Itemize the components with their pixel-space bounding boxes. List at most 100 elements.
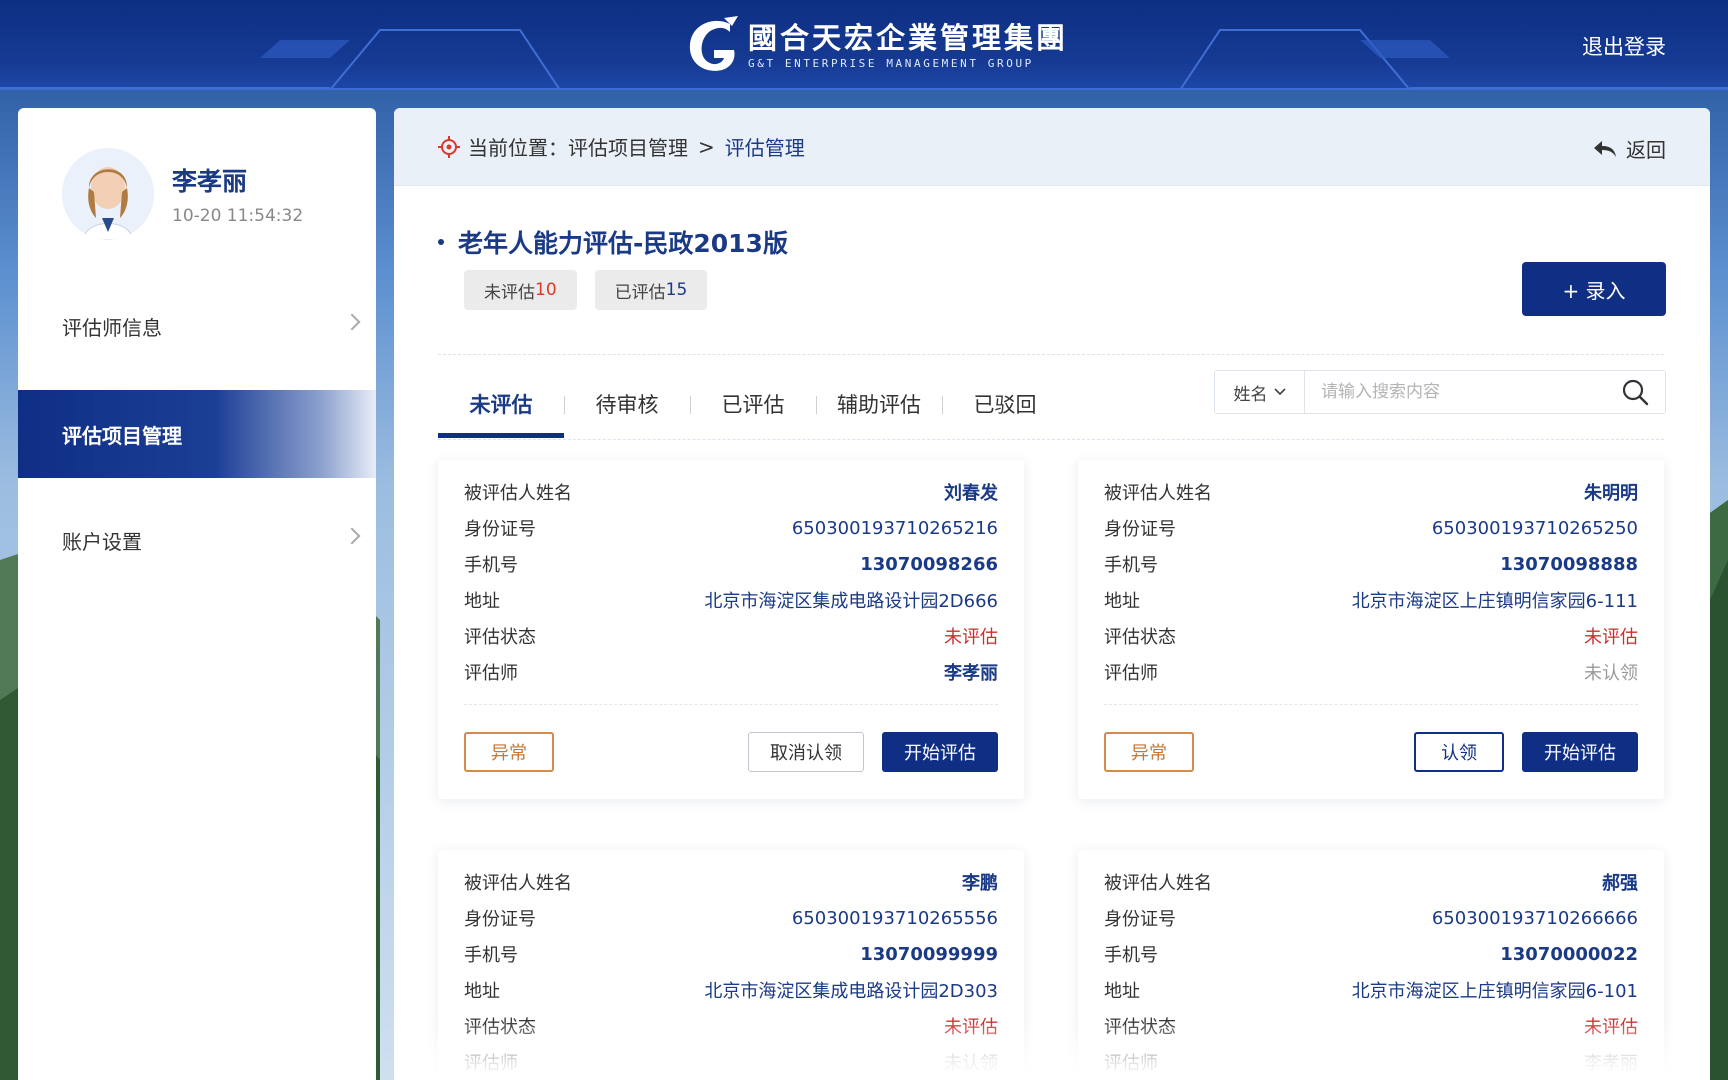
name-label: 被评估人姓名 (464, 873, 572, 894)
avatar (62, 148, 154, 240)
status-counts: 未评估 10 已评估 15 (464, 270, 708, 310)
status-badge: 未评估 (1584, 627, 1638, 648)
id-label: 身份证号 (1104, 519, 1176, 540)
company-logo: 國合天宏企業管理集團 G&T ENTERPRISE MANAGEMENT GRO… (684, 14, 1068, 76)
person-name: 李鹏 (962, 873, 998, 894)
back-arrow-icon (1594, 140, 1616, 157)
chevron-down-icon (1273, 388, 1286, 396)
assessor-label: 评估师 (1104, 1053, 1158, 1074)
assessment-card: 被评估人姓名 刘春发 身份证号 650300193710265216 手机号 1307… (438, 460, 1024, 799)
dragon-g-logo-icon (689, 16, 738, 71)
id-number: 650300193710266666 (1431, 907, 1638, 929)
project-title-row: 老年人能力评估-民政2013版 (438, 224, 788, 260)
assessment-card: 被评估人姓名 郝强 身份证号 650300193710266666 手机号 13070… (1078, 850, 1664, 1080)
breadcrumb: 当前位置： 评估项目管理 > 评估管理 返回 (394, 108, 1710, 186)
search-icon[interactable] (1621, 378, 1649, 406)
section-divider (438, 354, 1664, 355)
person-name: 朱明明 (1584, 483, 1638, 504)
location-target-icon (438, 135, 460, 158)
back-button[interactable]: 返回 (1592, 134, 1666, 163)
login-time: 10-20 11:54:32 (172, 206, 304, 226)
phone-number: 13070000022 (1500, 943, 1638, 965)
address-label: 地址 (464, 981, 500, 1002)
tab-pending[interactable]: 未评估 (438, 370, 564, 438)
assessor-name: 李孝丽 (944, 663, 998, 684)
id-number: 650300193710265216 (791, 517, 998, 539)
address-value: 北京市海淀区上庄镇明信家园6-111 (1351, 591, 1638, 612)
phone-label: 手机号 (464, 945, 518, 966)
id-number: 650300193710265250 (1431, 517, 1638, 539)
phone-number: 13070098888 (1500, 553, 1638, 575)
phone-label: 手机号 (464, 555, 518, 576)
person-name: 刘春发 (944, 483, 998, 504)
status-label: 评估状态 (1104, 1017, 1176, 1038)
sidebar-item-label: 评估师信息 (62, 315, 162, 340)
sidebar-item-label: 账户设置 (62, 529, 142, 554)
phone-label: 手机号 (1104, 945, 1158, 966)
tab-to-review[interactable]: 待审核 (564, 370, 690, 438)
status-badge: 未评估 (1584, 1017, 1638, 1038)
search-input[interactable] (1305, 371, 1621, 413)
user-name: 李孝丽 (172, 167, 248, 196)
top-header: 國合天宏企業管理集團 G&T ENTERPRISE MANAGEMENT GRO… (0, 0, 1728, 90)
status-badge: 未评估 (944, 627, 998, 648)
address-label: 地址 (464, 591, 500, 612)
pending-count-badge: 未评估 10 (464, 270, 577, 310)
done-count-value: 15 (665, 280, 688, 300)
logo-english-text: G&T ENTERPRISE MANAGEMENT GROUP (748, 56, 1034, 70)
address-value: 北京市海淀区集成电路设计园2D303 (704, 981, 998, 1002)
done-count-label: 已评估 (614, 282, 666, 303)
person-name: 郝强 (1602, 873, 1638, 894)
tab-rejected[interactable]: 已驳回 (942, 370, 1068, 438)
assessor-label: 评估师 (1104, 663, 1158, 684)
status-badge: 未评估 (944, 1017, 998, 1038)
sidebar-item-project-management[interactable]: 评估项目管理 (18, 390, 376, 478)
id-number: 650300193710265556 (791, 907, 998, 929)
user-profile: 李孝丽 10-20 11:54:32 (62, 148, 303, 240)
assessment-card: 被评估人姓名 朱明明 身份证号 650300193710265250 手机号 1307… (1078, 460, 1664, 799)
logout-button[interactable]: 退出登录 (1582, 31, 1666, 61)
main-panel: 当前位置： 评估项目管理 > 评估管理 返回 老年人能力评估-民政2013版 未… (394, 108, 1710, 1080)
tab-assisted[interactable]: 辅助评估 (816, 370, 942, 438)
phone-number: 13070099999 (860, 943, 998, 965)
start-assessment-button[interactable]: 开始评估 (882, 732, 998, 772)
project-title: 老年人能力评估-民政2013版 (458, 229, 788, 258)
abnormal-button[interactable]: 异常 (464, 732, 554, 772)
id-label: 身份证号 (464, 519, 536, 540)
address-label: 地址 (1104, 591, 1140, 612)
pending-count-value: 10 (535, 280, 557, 300)
name-label: 被评估人姓名 (464, 483, 572, 504)
title-bullet (438, 239, 444, 245)
chevron-right-icon (343, 527, 361, 545)
breadcrumb-prefix: 当前位置： (468, 136, 568, 160)
search-field-value: 姓名 (1233, 384, 1268, 405)
id-label: 身份证号 (1104, 909, 1176, 930)
search-field-select[interactable]: 姓名 (1215, 370, 1305, 414)
breadcrumb-parent-link[interactable]: 评估项目管理 (568, 132, 688, 161)
phone-label: 手机号 (1104, 555, 1158, 576)
back-label: 返回 (1626, 138, 1666, 162)
address-value: 北京市海淀区上庄镇明信家园6-101 (1351, 981, 1638, 1002)
status-tabs: 未评估 待审核 已评估 辅助评估 已驳回 (438, 370, 1068, 438)
search-bar: 姓名 (1214, 370, 1666, 414)
add-record-button[interactable]: + 录入 (1522, 262, 1666, 316)
address-value: 北京市海淀区集成电路设计园2D666 (704, 591, 998, 612)
abnormal-button[interactable]: 异常 (1104, 732, 1194, 772)
id-label: 身份证号 (464, 909, 536, 930)
start-assessment-button[interactable]: 开始评估 (1522, 732, 1638, 772)
tab-assessed[interactable]: 已评估 (690, 370, 816, 438)
chevron-right-icon (343, 313, 361, 331)
assessor-label: 评估师 (464, 1053, 518, 1074)
assessor-name: 未认领 (1584, 663, 1638, 684)
status-label: 评估状态 (1104, 627, 1176, 648)
assessor-label: 评估师 (464, 663, 518, 684)
sidebar-item-assessor-info[interactable]: 评估师信息 (18, 282, 376, 370)
unclaim-button[interactable]: 取消认领 (748, 732, 864, 772)
assessor-name: 李孝丽 (1584, 1053, 1638, 1074)
sidebar: 李孝丽 10-20 11:54:32 评估师信息 评估项目管理 账户设置 (18, 108, 376, 1080)
pending-count-label: 未评估 (484, 282, 535, 303)
claim-button[interactable]: 认领 (1414, 732, 1504, 772)
sidebar-item-account-settings[interactable]: 账户设置 (18, 496, 376, 584)
assessor-name: 未认领 (944, 1053, 998, 1074)
logo-chinese-text: 國合天宏企業管理集團 (748, 20, 1069, 55)
